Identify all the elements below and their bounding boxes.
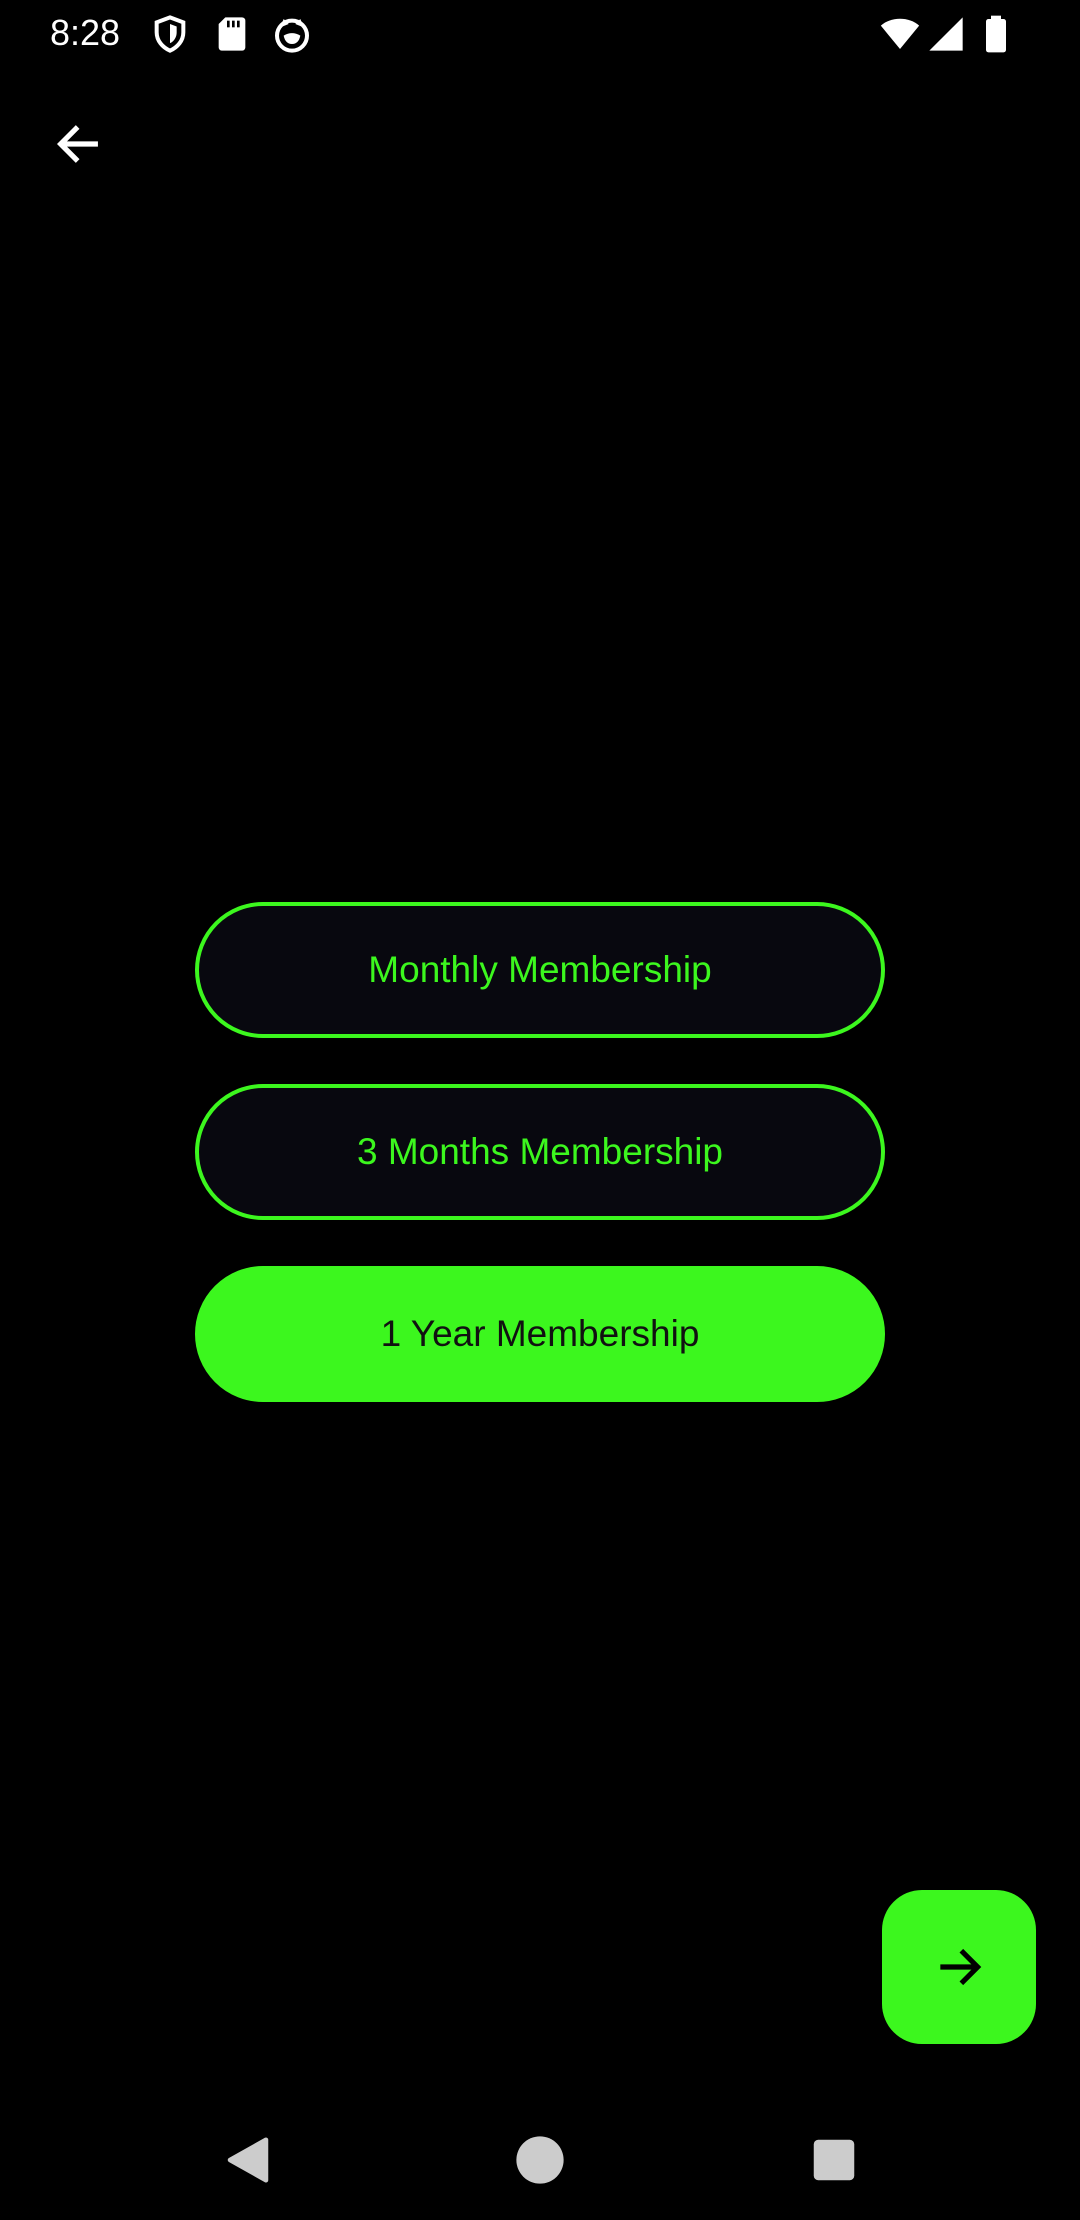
- nav-home-button[interactable]: [510, 2130, 570, 2190]
- back-button[interactable]: [42, 108, 114, 180]
- one-year-membership-button[interactable]: 1 Year Membership: [195, 1266, 885, 1402]
- status-bar: 8:28: [0, 0, 1080, 66]
- battery-icon: [976, 14, 1016, 54]
- nav-back-button[interactable]: [218, 2130, 278, 2190]
- monthly-membership-button[interactable]: Monthly Membership: [195, 902, 885, 1038]
- next-button[interactable]: [882, 1890, 1036, 2044]
- arrow-left-icon: [56, 125, 98, 163]
- three-months-membership-button[interactable]: 3 Months Membership: [195, 1084, 885, 1220]
- nav-recents-button[interactable]: [804, 2130, 864, 2190]
- back-triangle-icon: [227, 2137, 269, 2183]
- wifi-icon: [880, 14, 920, 54]
- sd-card-icon: [212, 14, 252, 54]
- system-nav-bar: [0, 2100, 1080, 2220]
- shield-icon: [150, 14, 190, 54]
- recents-square-icon: [813, 2139, 855, 2181]
- membership-options: Monthly Membership 3 Months Membership 1…: [195, 902, 885, 1448]
- cellular-signal-icon: [926, 14, 966, 54]
- arrow-right-icon: [940, 1948, 982, 1986]
- status-time: 8:28: [50, 12, 121, 53]
- face-icon: [272, 14, 312, 54]
- home-circle-icon: [516, 2136, 564, 2184]
